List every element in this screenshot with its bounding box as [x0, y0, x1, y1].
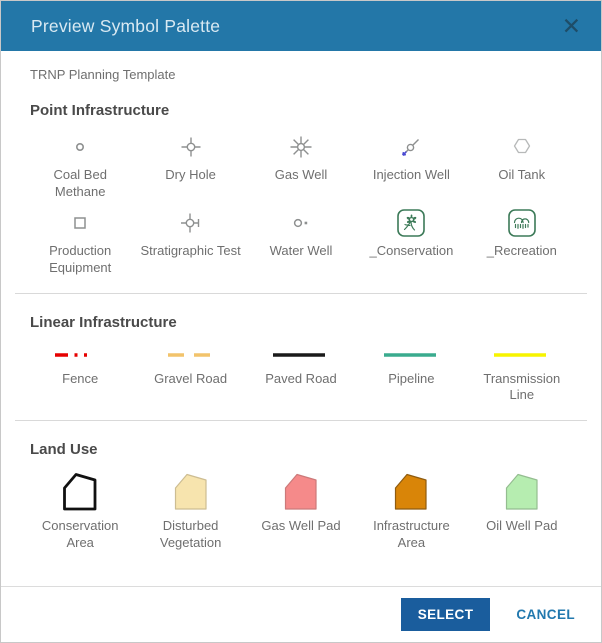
- palette-item-label: Paved Road: [265, 371, 337, 388]
- oil-well-pad-symbol: [504, 470, 540, 514]
- select-button[interactable]: SELECT: [401, 598, 491, 631]
- dry-hole-symbol: [178, 131, 204, 163]
- palette-item-label: Disturbed Vegetation: [139, 518, 241, 552]
- palette-item-coal-bed-methane: Coal Bed Methane: [25, 129, 135, 205]
- palette-item-recreation: _Recreation: [467, 205, 577, 281]
- infrastructure-area-symbol: [393, 470, 429, 514]
- transmission-line-symbol: [474, 343, 569, 367]
- injection-well-symbol: [398, 131, 424, 163]
- palette-item-conservation-area: Conservation Area: [25, 468, 135, 556]
- symbol-grid: Fence Gravel Road Paved Road Pipeline Transm…: [1, 341, 601, 409]
- palette-item-transmission-line: Transmission Line: [467, 341, 577, 409]
- palette-item-label: Dry Hole: [165, 167, 216, 184]
- preview-symbol-palette-dialog: Preview Symbol Palette ✕ TRNP Planning T…: [0, 0, 602, 643]
- production-equipment-symbol: [67, 207, 93, 239]
- palette-item-disturbed-vegetation: Disturbed Vegetation: [135, 468, 245, 556]
- palette-item-label: Gas Well: [275, 167, 328, 184]
- palette-item-label: _Recreation: [487, 243, 557, 260]
- palette-item-label: Stratigraphic Test: [140, 243, 240, 260]
- palette-item-label: Water Well: [270, 243, 333, 260]
- palette-item-paved-road: Paved Road: [246, 341, 356, 409]
- palette-item-infrastructure-area: Infrastructure Area: [356, 468, 466, 556]
- palette-item-stratigraphic-test: Stratigraphic Test: [135, 205, 245, 281]
- fence-symbol: [33, 343, 128, 367]
- palette-item-production-equipment: Production Equipment: [25, 205, 135, 281]
- oil-tank-symbol: [509, 131, 535, 163]
- palette-item-gas-well-pad: Gas Well Pad: [246, 468, 356, 556]
- palette-item-label: Oil Tank: [498, 167, 545, 184]
- dialog-header: Preview Symbol Palette ✕: [1, 1, 601, 51]
- symbol-grid: Coal Bed Methane Dry Hole Gas Well Injectio…: [1, 129, 601, 281]
- sections: Point Infrastructure Coal Bed Methane Dry …: [1, 102, 601, 556]
- palette-item-label: Injection Well: [373, 167, 450, 184]
- section-divider: [15, 293, 587, 294]
- palette-item-gas-well: Gas Well: [246, 129, 356, 205]
- cancel-button[interactable]: CANCEL: [516, 607, 575, 622]
- palette-item-dry-hole: Dry Hole: [135, 129, 245, 205]
- section-divider: [15, 420, 587, 421]
- palette-item-label: Oil Well Pad: [486, 518, 557, 535]
- section-heading: Land Use: [30, 441, 572, 458]
- section-heading: Linear Infrastructure: [30, 314, 572, 331]
- recreation-symbol: [507, 207, 537, 239]
- palette-item-label: Coal Bed Methane: [29, 167, 131, 201]
- palette-item-conservation: _Conservation: [356, 205, 466, 281]
- palette-item-gravel-road: Gravel Road: [135, 341, 245, 409]
- template-name: TRNP Planning Template: [30, 67, 572, 82]
- palette-item-label: Pipeline: [388, 371, 434, 388]
- conservation-symbol: [396, 207, 426, 239]
- symbol-grid: Conservation AreaDisturbed Vegetation Gas…: [1, 468, 601, 556]
- palette-item-label: Production Equipment: [29, 243, 131, 277]
- palette-item-label: Gravel Road: [154, 371, 227, 388]
- stratigraphic-test-symbol: [177, 207, 205, 239]
- palette-item-label: Gas Well Pad: [261, 518, 340, 535]
- palette-item-fence: Fence: [25, 341, 135, 409]
- gas-well-symbol: [288, 131, 314, 163]
- paved-road-symbol: [253, 343, 348, 367]
- disturbed-vegetation-symbol: [173, 470, 209, 514]
- close-icon[interactable]: ✕: [562, 15, 581, 38]
- palette-item-label: Conservation Area: [29, 518, 131, 552]
- water-well-symbol: [287, 207, 315, 239]
- palette-item-water-well: Water Well: [246, 205, 356, 281]
- section-heading: Point Infrastructure: [30, 102, 572, 119]
- gravel-road-symbol: [143, 343, 238, 367]
- palette-item-label: Infrastructure Area: [360, 518, 462, 552]
- conservation-area-symbol: [62, 470, 98, 514]
- coal-bed-methane-symbol: [67, 131, 93, 163]
- pipeline-symbol: [364, 343, 459, 367]
- palette-item-injection-well: Injection Well: [356, 129, 466, 205]
- gas-well-pad-symbol: [283, 470, 319, 514]
- dialog-title: Preview Symbol Palette: [31, 16, 220, 37]
- palette-item-label: _Conservation: [369, 243, 453, 260]
- palette-item-label: Transmission Line: [471, 371, 573, 405]
- palette-item-label: Fence: [62, 371, 98, 388]
- dialog-body: TRNP Planning Template Point Infrastruct…: [1, 51, 601, 586]
- palette-item-oil-well-pad: Oil Well Pad: [467, 468, 577, 556]
- dialog-footer: SELECT CANCEL: [1, 586, 601, 642]
- palette-item-pipeline: Pipeline: [356, 341, 466, 409]
- palette-item-oil-tank: Oil Tank: [467, 129, 577, 205]
